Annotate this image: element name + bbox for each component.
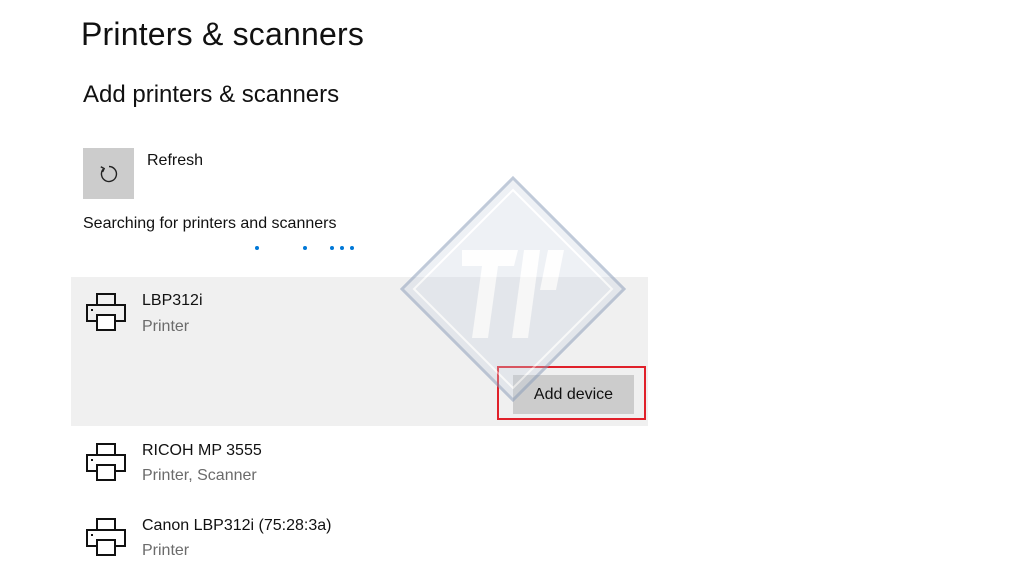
refresh-icon — [99, 165, 117, 182]
printer-icon — [86, 443, 126, 481]
printer-icon — [86, 518, 126, 556]
progress-dot — [350, 246, 354, 250]
device-name: LBP312i — [142, 292, 203, 309]
progress-dot — [255, 246, 259, 250]
device-name: RICOH MP 3555 — [142, 442, 262, 459]
refresh-button[interactable] — [83, 148, 134, 199]
device-type: Printer — [142, 318, 190, 335]
device-type: Printer — [142, 542, 190, 559]
progress-dot — [340, 246, 344, 250]
device-type: Printer, Scanner — [142, 467, 257, 484]
search-status-text: Searching for printers and scanners — [83, 215, 337, 232]
device-name: Canon LBP312i (75:28:3a) — [142, 517, 332, 534]
section-title: Add printers & scanners — [83, 81, 340, 108]
page-title: Printers & scanners — [81, 16, 365, 52]
refresh-label[interactable]: Refresh — [147, 152, 203, 170]
progress-dot — [303, 246, 307, 250]
printer-icon — [86, 293, 126, 331]
add-device-button[interactable]: Add device — [513, 375, 634, 414]
progress-dot — [330, 246, 334, 250]
